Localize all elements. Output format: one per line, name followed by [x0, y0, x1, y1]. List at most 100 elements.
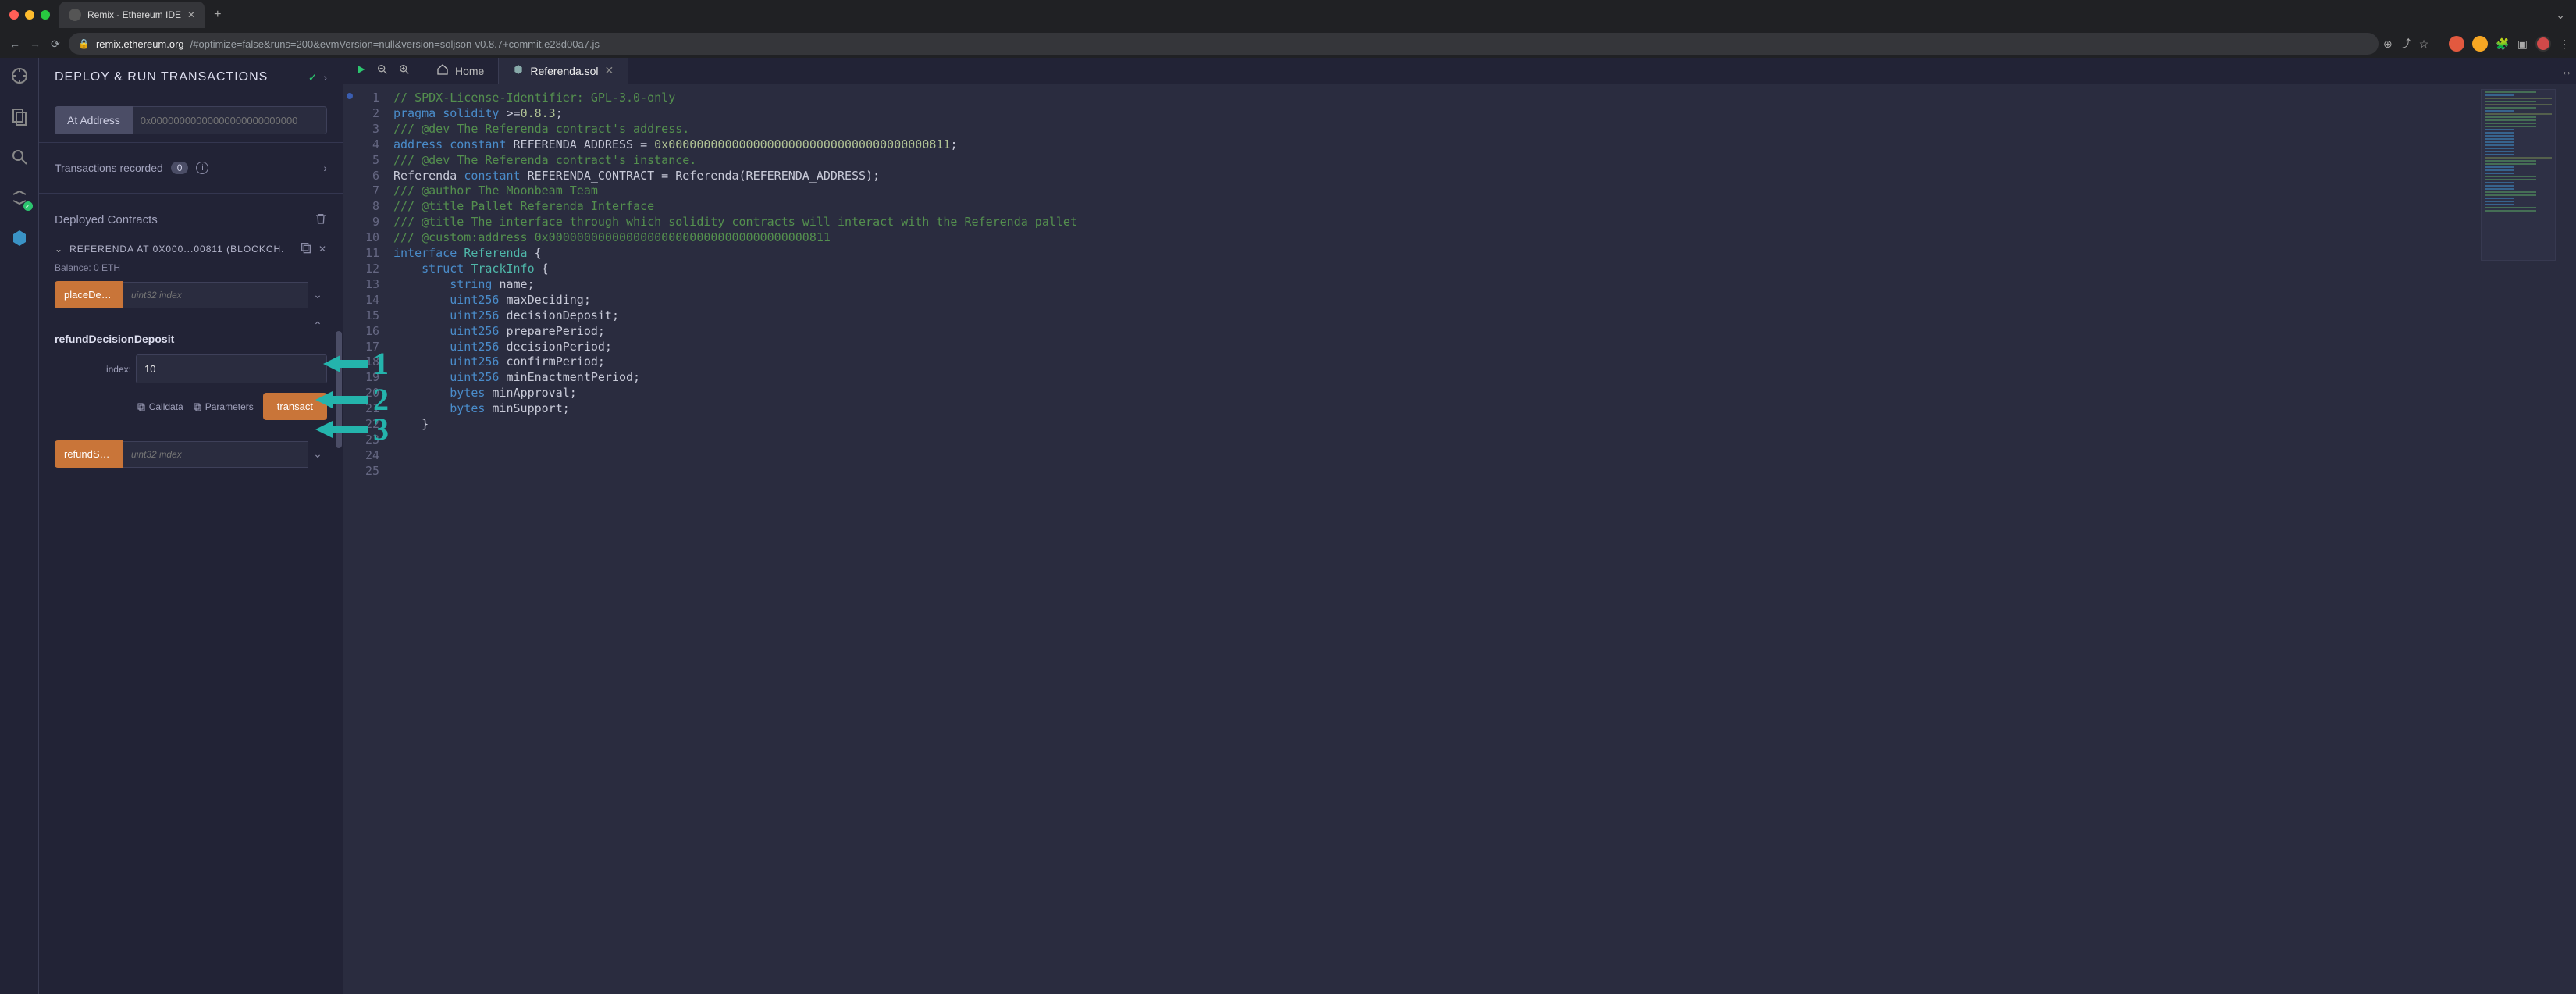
- new-tab-button[interactable]: +: [214, 8, 221, 22]
- copy-icon[interactable]: [300, 241, 312, 256]
- contract-name: REFERENDA AT 0X000...00811 (BLOCKCH.: [69, 244, 294, 255]
- chevron-down-icon[interactable]: ⌄: [55, 244, 63, 255]
- function-row-placeDecision: placeDecis... ⌄: [55, 281, 327, 308]
- browser-tab-title: Remix - Ethereum IDE: [87, 9, 181, 20]
- tab-label: Referenda.sol: [530, 65, 598, 77]
- line-gutter: 1234567891011121314151617181920212223242…: [343, 84, 393, 994]
- close-window-icon[interactable]: [9, 10, 19, 20]
- share-icon[interactable]: ⤴: [2400, 36, 2411, 52]
- expand-icon[interactable]: ↔: [2557, 58, 2576, 84]
- deploy-icon[interactable]: [8, 226, 31, 250]
- forward-button[interactable]: →: [27, 37, 44, 50]
- tx-count-badge: 0: [171, 162, 189, 174]
- function-row-refundSub: refundSub... ⌄: [55, 440, 327, 468]
- param-label: index:: [55, 364, 131, 375]
- function-name-label: refundDecisionDeposit: [55, 333, 327, 345]
- address-bar: ← → ⟳ 🔒 remix.ethereum.org /#optimize=fal…: [0, 30, 2576, 58]
- side-panel-icon[interactable]: ▣: [2517, 37, 2528, 51]
- chevron-down-icon[interactable]: ⌄: [308, 447, 327, 461]
- function-actions: Calldata Parameters transact: [55, 393, 327, 420]
- function-args-input[interactable]: [123, 441, 308, 468]
- close-tab-icon[interactable]: ✕: [187, 9, 195, 20]
- panel-scrollbar[interactable]: [335, 284, 343, 534]
- tab-label: Home: [455, 65, 484, 77]
- lock-icon: 🔒: [78, 38, 90, 49]
- function-button[interactable]: refundSub...: [55, 440, 123, 468]
- play-icon[interactable]: [354, 63, 367, 78]
- zoom-in-icon[interactable]: [398, 63, 411, 78]
- tx-recorded-label: Transactions recorded: [55, 162, 163, 174]
- reload-button[interactable]: ⟳: [47, 37, 64, 51]
- trash-icon[interactable]: [315, 212, 327, 227]
- app: ✓ DEPLOY & RUN TRANSACTIONS ✓ › At Addre…: [0, 58, 2576, 994]
- main-area: Home Referenda.sol ✕ ↔ 12345678910111213…: [343, 58, 2576, 994]
- profile-avatar[interactable]: [2535, 36, 2551, 52]
- file-explorer-icon[interactable]: [8, 105, 31, 128]
- info-icon[interactable]: i: [196, 162, 208, 174]
- copy-calldata-button[interactable]: Calldata: [137, 401, 183, 412]
- search-icon[interactable]: ⊕: [2383, 37, 2393, 51]
- search-icon[interactable]: [8, 145, 31, 169]
- scrollbar-thumb[interactable]: [336, 331, 342, 448]
- favicon-icon: [69, 9, 81, 21]
- function-args-input[interactable]: [123, 282, 308, 308]
- chevron-right-icon[interactable]: ›: [323, 71, 327, 84]
- compiler-icon[interactable]: ✓: [8, 186, 31, 209]
- browser-chrome: Remix - Ethereum IDE ✕ + ⌄ ← → ⟳ 🔒 remix…: [0, 0, 2576, 58]
- bookmark-icon[interactable]: ☆: [2419, 37, 2429, 51]
- back-button[interactable]: ←: [6, 37, 23, 50]
- panel-header: DEPLOY & RUN TRANSACTIONS ✓ ›: [39, 58, 343, 92]
- check-icon: ✓: [308, 71, 318, 84]
- function-expanded-refundDecisionDeposit: ⌃ refundDecisionDeposit index: Calldata …: [55, 316, 327, 429]
- browser-tab-bar: Remix - Ethereum IDE ✕ + ⌄: [0, 0, 2576, 30]
- nav-arrows: ← → ⟳: [6, 37, 64, 51]
- transact-button[interactable]: transact: [263, 393, 327, 420]
- window-controls[interactable]: [9, 10, 50, 20]
- param-input-index[interactable]: [136, 354, 327, 383]
- chevron-up-icon[interactable]: ⌃: [308, 319, 327, 333]
- contract-instance-row[interactable]: ⌄ REFERENDA AT 0X000...00811 (BLOCKCH. ✕: [55, 233, 327, 261]
- url-domain: remix.ethereum.org: [96, 38, 184, 50]
- panel-status: ✓ ›: [308, 71, 327, 84]
- tab-home[interactable]: Home: [422, 58, 499, 84]
- url-input[interactable]: 🔒 remix.ethereum.org /#optimize=false&run…: [69, 33, 2379, 55]
- close-tab-icon[interactable]: ✕: [605, 64, 614, 77]
- function-button[interactable]: placeDecis...: [55, 281, 123, 308]
- tx-recorded-section: Transactions recorded 0 i ›: [39, 143, 343, 194]
- close-icon[interactable]: ✕: [318, 244, 327, 255]
- minimize-window-icon[interactable]: [25, 10, 34, 20]
- chevron-right-icon[interactable]: ›: [323, 162, 327, 174]
- extension-icon[interactable]: [2449, 36, 2464, 52]
- chevron-down-icon[interactable]: ⌄: [308, 288, 327, 301]
- icon-rail: ✓: [0, 58, 39, 994]
- url-path: /#optimize=false&runs=200&evmVersion=nul…: [190, 38, 600, 50]
- solidity-file-icon: [513, 64, 524, 77]
- minimap[interactable]: [2481, 89, 2556, 261]
- extension-icon[interactable]: [2472, 36, 2488, 52]
- browser-tab[interactable]: Remix - Ethereum IDE ✕: [59, 2, 205, 28]
- at-address-section: At Address: [39, 92, 343, 143]
- deployed-contracts-section: Deployed Contracts ⌄ REFERENDA AT 0X000.…: [39, 194, 343, 483]
- panel-title: DEPLOY & RUN TRANSACTIONS: [55, 70, 268, 84]
- home-icon: [436, 63, 449, 78]
- breakpoint-indicator[interactable]: [347, 93, 353, 99]
- code-content[interactable]: // SPDX-License-Identifier: GPL-3.0-only…: [393, 84, 1077, 994]
- deployed-title: Deployed Contracts: [55, 213, 158, 226]
- editor-scrollbar[interactable]: [2565, 84, 2576, 994]
- code-editor[interactable]: 1234567891011121314151617181920212223242…: [343, 84, 2576, 994]
- tab-overflow-icon[interactable]: ⌄: [2556, 9, 2565, 22]
- run-controls: [343, 58, 422, 84]
- at-address-input[interactable]: [133, 106, 327, 134]
- copy-parameters-button[interactable]: Parameters: [193, 401, 254, 412]
- at-address-button[interactable]: At Address: [55, 106, 133, 134]
- editor-tab-bar: Home Referenda.sol ✕ ↔: [343, 58, 2576, 84]
- menu-icon[interactable]: ⋮: [2559, 37, 2570, 51]
- deploy-panel: DEPLOY & RUN TRANSACTIONS ✓ › At Address…: [39, 58, 343, 994]
- zoom-out-icon[interactable]: [376, 63, 389, 78]
- tab-referenda[interactable]: Referenda.sol ✕: [499, 58, 628, 84]
- remix-logo-icon[interactable]: [8, 64, 31, 87]
- maximize-window-icon[interactable]: [41, 10, 50, 20]
- param-row-index: index:: [55, 354, 327, 383]
- extensions-icon[interactable]: 🧩: [2496, 37, 2509, 51]
- contract-balance: Balance: 0 ETH: [55, 261, 327, 281]
